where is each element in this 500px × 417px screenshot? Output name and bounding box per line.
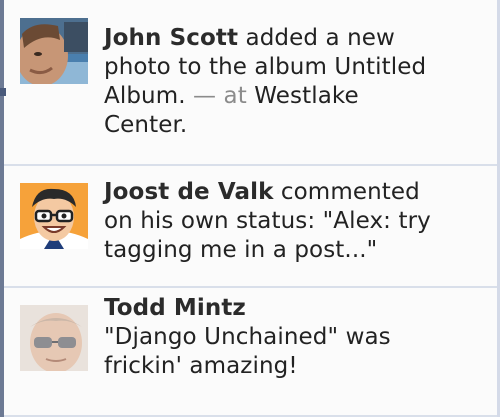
location-link[interactable]: Westlake [254,83,358,109]
todd-mintz-photo-icon [20,305,88,371]
avatar-joost-de-valk[interactable] [20,183,88,249]
notification-text: John Scott added a new photo to the albu… [104,24,477,140]
notification-list: John Scott added a new photo to the albu… [4,0,497,417]
notification-item-john-scott[interactable]: John Scott added a new photo to the albu… [4,0,497,166]
notification-item-joost-de-valk[interactable]: Joost de Valk commented on his own statu… [4,166,497,288]
notification-text: Todd Mintz "Django Unchained" was fricki… [104,295,391,379]
actor-name[interactable]: Todd Mintz [104,295,246,321]
avatar-john-scott[interactable] [20,18,88,84]
avatar-todd-mintz[interactable] [20,305,88,371]
location-link-end[interactable]: Center. [104,111,477,140]
notification-text: Joost de Valk commented on his own statu… [104,179,431,263]
notification-dropdown: John Scott added a new photo to the albu… [0,0,500,417]
at-separator: — at [193,83,247,109]
actor-name[interactable]: Joost de Valk [104,179,273,205]
john-scott-photo-icon [20,18,88,84]
actor-name[interactable]: John Scott [104,25,238,51]
notification-item-todd-mintz[interactable]: Todd Mintz "Django Unchained" was fricki… [4,288,497,417]
joost-cartoon-avatar-icon [20,183,88,249]
